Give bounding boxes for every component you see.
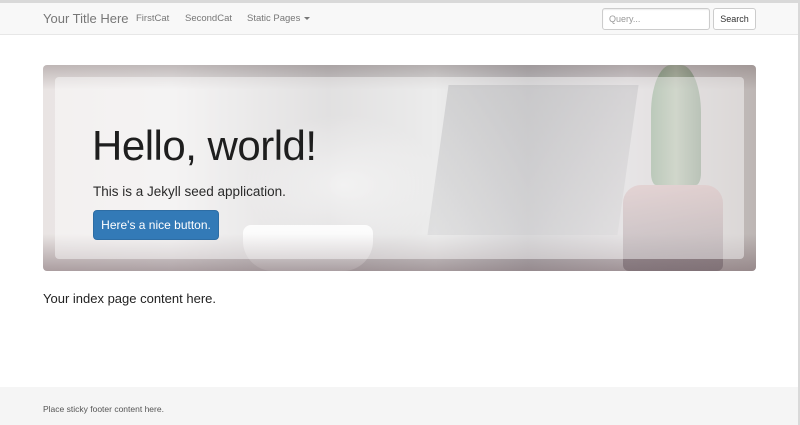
jumbotron-heading: Hello, world! <box>92 122 317 169</box>
nav-item-static-pages-dropdown[interactable]: Static Pages <box>247 13 311 25</box>
search-input[interactable] <box>602 8 710 30</box>
navbar-brand[interactable]: Your Title Here <box>43 11 129 27</box>
page: Your Title Here FirstCat SecondCat Stati… <box>0 0 800 425</box>
nav-item-firstcat[interactable]: FirstCat <box>136 13 169 25</box>
footer-text: Place sticky footer content here. <box>43 404 164 414</box>
nav-item-static-pages-label: Static Pages <box>247 13 301 24</box>
jumbotron-lead: This is a Jekyll seed application. <box>93 184 286 199</box>
jumbotron: Hello, world! This is a Jekyll seed appl… <box>43 65 756 271</box>
caret-down-icon <box>304 16 311 20</box>
index-content-text: Your index page content here. <box>43 291 216 306</box>
jumbotron-panel: Hello, world! This is a Jekyll seed appl… <box>55 77 744 259</box>
nav-item-secondcat[interactable]: SecondCat <box>185 13 232 25</box>
sticky-footer: Place sticky footer content here. <box>0 387 798 425</box>
nice-button[interactable]: Here's a nice button. <box>93 210 219 240</box>
navbar: Your Title Here FirstCat SecondCat Stati… <box>0 3 798 35</box>
search-button[interactable]: Search <box>713 8 756 30</box>
